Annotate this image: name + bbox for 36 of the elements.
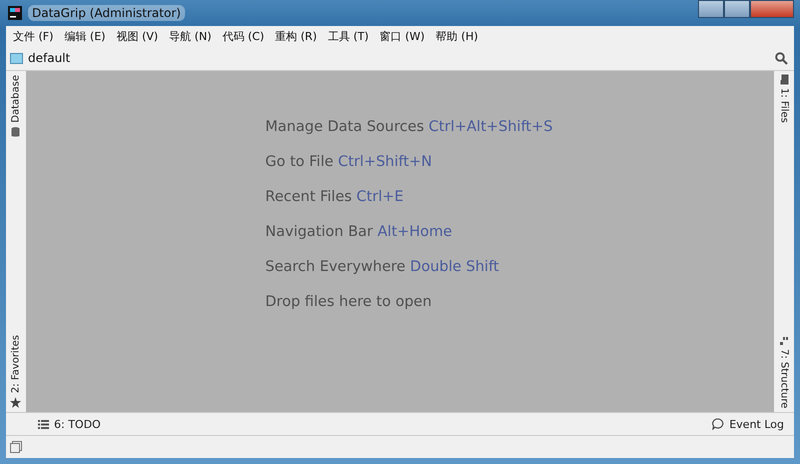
- menu-item[interactable]: 工具 (T): [328, 28, 369, 44]
- list-icon: [38, 420, 49, 428]
- close-button[interactable]: [750, 0, 794, 18]
- breadcrumb-item[interactable]: default: [10, 51, 70, 65]
- menu-item[interactable]: 帮助 (H): [436, 28, 478, 44]
- star-icon: [10, 397, 22, 408]
- menu-item[interactable]: 视图 (V): [116, 28, 158, 44]
- folder-icon: [780, 74, 788, 84]
- hint-text: Go to File Ctrl+Shift+N: [265, 153, 433, 172]
- menu-item[interactable]: 编辑 (E): [64, 28, 106, 44]
- search-icon[interactable]: [775, 52, 788, 64]
- tool-window-tab[interactable]: 1: Files: [774, 71, 794, 127]
- menu-item[interactable]: 重构 (R): [275, 28, 317, 44]
- hint-text: Drop files here to open: [265, 293, 433, 312]
- folder-icon: [10, 52, 23, 64]
- app-logo-icon: [8, 6, 22, 20]
- hint-text: Search Everywhere Double Shift: [265, 258, 500, 277]
- structure-icon: [780, 336, 788, 345]
- menu-item[interactable]: 代码 (C): [222, 28, 264, 44]
- window-title: DataGrip (Administrator): [28, 5, 185, 21]
- tool-window-tab[interactable]: Database: [6, 71, 26, 141]
- menu-item[interactable]: 文件 (F): [13, 28, 54, 44]
- tool-windows-icon[interactable]: [10, 441, 22, 453]
- hint-text: Manage Data Sources Ctrl+Alt+Shift+S: [265, 118, 553, 137]
- menu-item[interactable]: 窗口 (W): [380, 28, 425, 44]
- tool-window-tab[interactable]: Event Log: [710, 418, 786, 430]
- hint-text: Recent Files Ctrl+E: [265, 188, 405, 207]
- menu-item[interactable]: 导航 (N): [169, 28, 212, 44]
- tool-window-tab[interactable]: 2: Favorites: [6, 330, 26, 412]
- tool-window-tab[interactable]: 6: TODO: [36, 418, 103, 430]
- speech-bubble-icon: [712, 418, 724, 430]
- hint-text: Navigation Bar Alt+Home: [265, 223, 454, 242]
- tool-window-tab[interactable]: 7: Structure: [774, 332, 794, 412]
- maximize-button[interactable]: [724, 0, 750, 18]
- minimize-button[interactable]: [698, 0, 724, 18]
- database-icon: [12, 126, 20, 137]
